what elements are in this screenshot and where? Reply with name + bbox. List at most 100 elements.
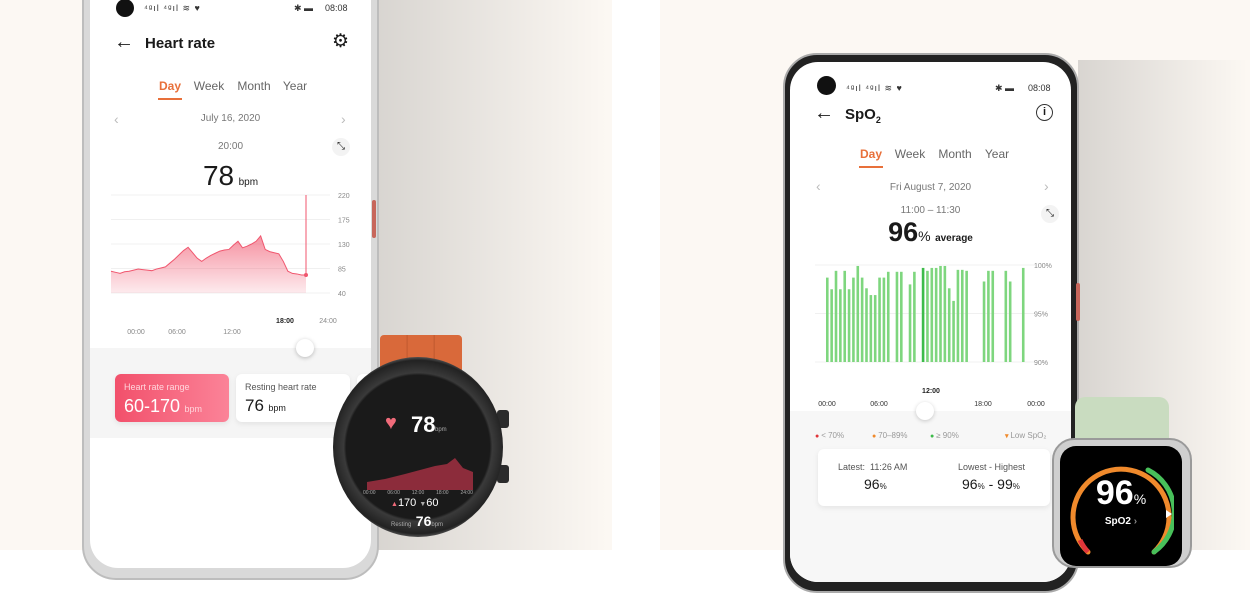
- legend-dot-icon: ●: [872, 433, 879, 440]
- triangle-marker-icon: ▾: [1005, 433, 1011, 440]
- title-subscript: 2: [875, 115, 881, 125]
- spo2-bar: [947, 288, 951, 362]
- front-camera: [116, 0, 134, 17]
- spo2-bar: [852, 277, 855, 362]
- timeline-slider-knob[interactable]: [296, 339, 314, 357]
- legend-item: ● ≥ 90%: [930, 431, 959, 440]
- watch-resting-value: 76: [415, 513, 432, 529]
- selected-time: 20:00: [217, 141, 244, 152]
- spo2-bar: [934, 267, 938, 362]
- spo2-bar: [865, 288, 868, 362]
- title-text: SpO: [845, 106, 876, 123]
- gauge-arc-red: [1077, 538, 1090, 554]
- tab-year[interactable]: Year: [283, 79, 307, 93]
- card-label: Resting heart rate: [245, 382, 317, 392]
- tab-day[interactable]: Day: [159, 79, 181, 93]
- watch-x-tick: 00:00: [363, 490, 376, 496]
- watch-x-tick: 18:00: [436, 490, 449, 496]
- latest-value-number: 96: [864, 476, 880, 492]
- spo2-bar: [926, 270, 929, 362]
- x-tick-label: 12:00: [223, 329, 241, 336]
- spo2-bar: [987, 270, 990, 362]
- x-tick-label: 18:00: [276, 318, 294, 325]
- current-value: 96% average: [790, 217, 1071, 248]
- resting-heart-rate-card[interactable]: Resting heart rate 76 bpm: [236, 374, 350, 422]
- active-tab-underline: [158, 98, 182, 100]
- tab-week[interactable]: Week: [194, 79, 224, 93]
- card-label: Heart rate range: [124, 382, 190, 392]
- spo2-bar: [869, 295, 873, 362]
- spo2-bar: [860, 277, 864, 362]
- latest-label-text: Latest:: [838, 462, 866, 472]
- watch-spo2-value: 96%: [1060, 474, 1182, 513]
- back-arrow-icon[interactable]: ←: [814, 102, 834, 125]
- y-tick-label: 85: [338, 267, 346, 274]
- tab-month[interactable]: Month: [938, 147, 971, 161]
- watch-spo2-number: 96: [1095, 474, 1134, 512]
- spo2-bar: [882, 277, 886, 362]
- status-time: 08:08: [325, 3, 348, 13]
- page-title: Heart rate: [145, 35, 216, 52]
- bpm-unit: bpm: [238, 177, 259, 188]
- tab-year[interactable]: Year: [985, 147, 1009, 161]
- spo2-bar: [930, 267, 934, 362]
- y-tick-label: 90%: [1034, 360, 1048, 367]
- phone-side-button: [1076, 283, 1080, 321]
- bpm-value: 78: [202, 160, 235, 191]
- spo2-bar: [952, 300, 955, 362]
- signal-wifi-icons: ⁴ᵍıl ⁴ᵍıl ≋ ♥: [144, 3, 201, 13]
- spo2-bar: [965, 270, 968, 362]
- spo2-bar: [856, 265, 860, 362]
- heart-icon: ♥: [385, 412, 397, 434]
- date-label: July 16, 2020: [200, 113, 261, 124]
- spo2-bar: [878, 277, 881, 362]
- current-value: 78 bpm: [90, 160, 371, 192]
- back-arrow-icon[interactable]: ←: [114, 31, 134, 54]
- tab-month[interactable]: Month: [237, 79, 270, 93]
- gear-icon[interactable]: ⚙: [332, 30, 349, 53]
- watch-bpm-value: 78: [411, 412, 436, 437]
- spo2-bar: [843, 270, 847, 362]
- range-label: Lowest - Highest: [958, 462, 1026, 472]
- spo2-bar: [943, 265, 947, 362]
- x-tick-label: 00:00: [818, 401, 836, 408]
- battery-icon: ✱ ▬: [995, 83, 1015, 93]
- watch-spo2-label-text: SpO2: [1104, 516, 1131, 527]
- spo2-value: 96: [888, 217, 919, 247]
- spo2-bar: [873, 295, 877, 362]
- spo2-bar: [982, 281, 986, 362]
- range-low: 96: [962, 476, 978, 492]
- card-unit: bpm: [268, 403, 286, 413]
- next-date-icon[interactable]: ›: [1044, 178, 1049, 194]
- info-icon[interactable]: i: [1036, 104, 1053, 121]
- selected-point: [304, 273, 308, 278]
- date-label: Fri August 7, 2020: [889, 182, 972, 193]
- signal-wifi-icons: ⁴ᵍıl ⁴ᵍıl ≋ ♥: [846, 83, 903, 93]
- watch-spo2-unit: %: [1133, 491, 1147, 507]
- next-date-icon[interactable]: ›: [341, 111, 346, 127]
- phone-side-button: [372, 200, 376, 238]
- spo2-bar: [1008, 281, 1012, 362]
- chevron-right-icon: ›: [1133, 516, 1138, 527]
- watch-x-tick: 24:00: [460, 490, 473, 496]
- watch-hr-chart: [367, 458, 473, 490]
- range-unit: %: [1012, 482, 1020, 491]
- latest-value: 96%: [864, 476, 887, 492]
- y-tick-label: 220: [338, 193, 350, 200]
- x-tick-label: 00:00: [1027, 401, 1045, 408]
- heart-rate-range-card[interactable]: Heart rate range 60-170 bpm: [115, 374, 229, 422]
- spo2-bar: [826, 277, 829, 362]
- timeline-slider-knob[interactable]: [916, 402, 934, 420]
- spo2-summary-card: Latest: 11:26 AM 96% Lowest - Highest 96…: [818, 449, 1050, 506]
- watch-spo2-label[interactable]: SpO2 ›: [1060, 516, 1182, 527]
- spo2-value-suffix: average: [935, 233, 973, 244]
- round-watch-face: ♥ 78 bpm 00:00 06:00 12:00 18:00 24:00 ▲170 …: [333, 357, 503, 537]
- tab-week[interactable]: Week: [895, 147, 925, 161]
- spo2-bar: [839, 289, 842, 362]
- expand-icon[interactable]: ⤡: [332, 138, 350, 156]
- spo2-bar: [960, 269, 964, 362]
- tab-day[interactable]: Day: [860, 147, 882, 161]
- status-time: 08:08: [1028, 83, 1051, 93]
- legend-item: ▾ Low SpO₂: [1005, 431, 1047, 440]
- spo2-bar: [830, 289, 833, 362]
